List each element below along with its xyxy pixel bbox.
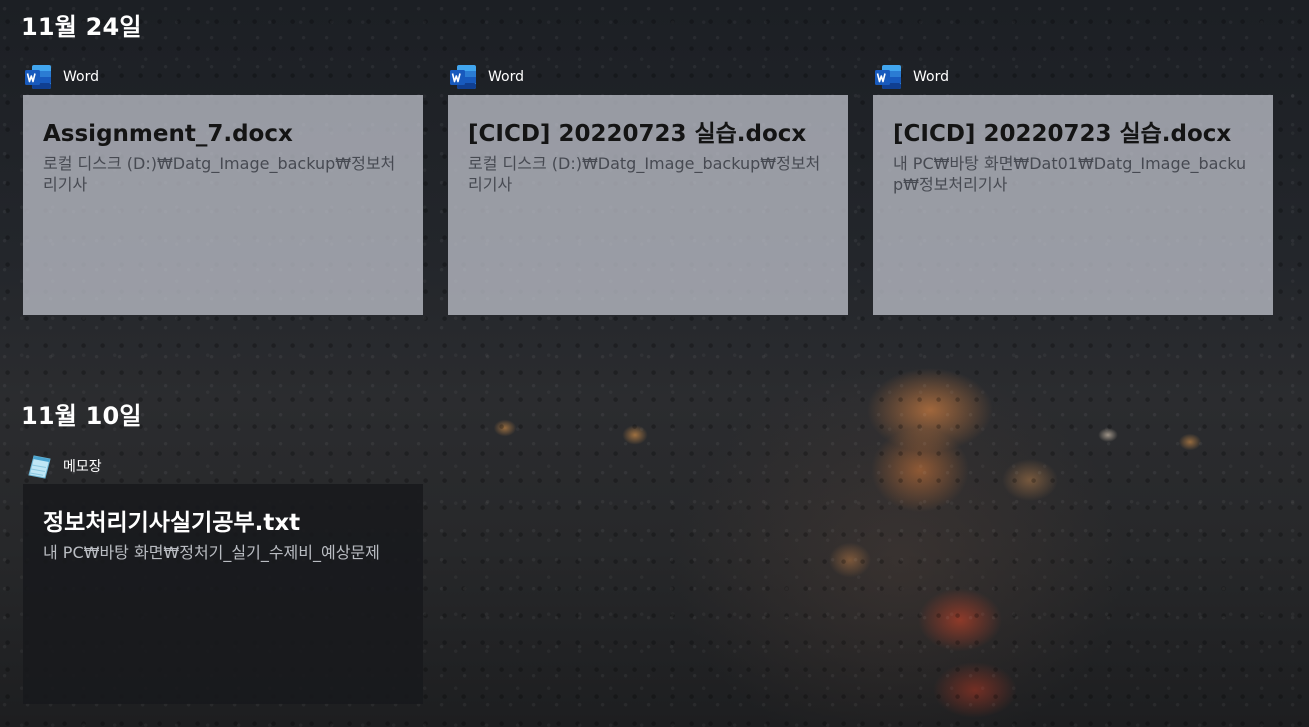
card-body[interactable]: [CICD] 20220723 실습.docx 내 PC₩바탕 화면₩Dat01… [873,95,1273,315]
activity-card-cicd-local[interactable]: Word [CICD] 20220723 실습.docx 로컬 디스크 (D:)… [448,62,848,315]
card-path: 내 PC₩바탕 화면₩정처기_실기_수제비_예상문제 [43,543,380,562]
date-header-nov-10: 11월 10일 [21,402,142,430]
word-icon [448,62,478,92]
card-title: 정보처리기사실기공부.txt [43,510,301,536]
app-name-label: Word [913,69,949,85]
card-path: 로컬 디스크 (D:)₩Datg_Image_backup₩정보처리기사 [43,154,396,194]
activity-card-cicd-desktop[interactable]: Word [CICD] 20220723 실습.docx 내 PC₩바탕 화면₩… [873,62,1273,315]
card-body[interactable]: [CICD] 20220723 실습.docx 로컬 디스크 (D:)₩Datg… [448,95,848,315]
app-name-label: Word [63,69,99,85]
word-icon [873,62,903,92]
app-row: 메모장 [23,451,423,481]
card-title: Assignment_7.docx [43,121,293,147]
card-body[interactable]: 정보처리기사실기공부.txt 내 PC₩바탕 화면₩정처기_실기_수제비_예상문… [23,484,423,704]
activity-card-notepad-study[interactable]: 메모장 정보처리기사실기공부.txt 내 PC₩바탕 화면₩정처기_실기_수제비… [23,451,423,704]
app-name-label: 메모장 [63,459,102,475]
date-header-nov-24: 11월 24일 [21,13,142,41]
card-title: [CICD] 20220723 실습.docx [893,121,1232,147]
app-row: Word [448,62,848,92]
word-icon [23,62,53,92]
card-body[interactable]: Assignment_7.docx 로컬 디스크 (D:)₩Datg_Image… [23,95,423,315]
card-title: [CICD] 20220723 실습.docx [468,121,807,147]
app-name-label: Word [488,69,524,85]
card-path: 내 PC₩바탕 화면₩Dat01₩Datg_Image_backup₩정보처리기… [893,154,1247,194]
app-row: Word [873,62,1273,92]
card-path: 로컬 디스크 (D:)₩Datg_Image_backup₩정보처리기사 [468,154,821,194]
activity-card-assignment-7[interactable]: Word Assignment_7.docx 로컬 디스크 (D:)₩Datg_… [23,62,423,315]
notepad-icon [23,451,53,481]
app-row: Word [23,62,423,92]
